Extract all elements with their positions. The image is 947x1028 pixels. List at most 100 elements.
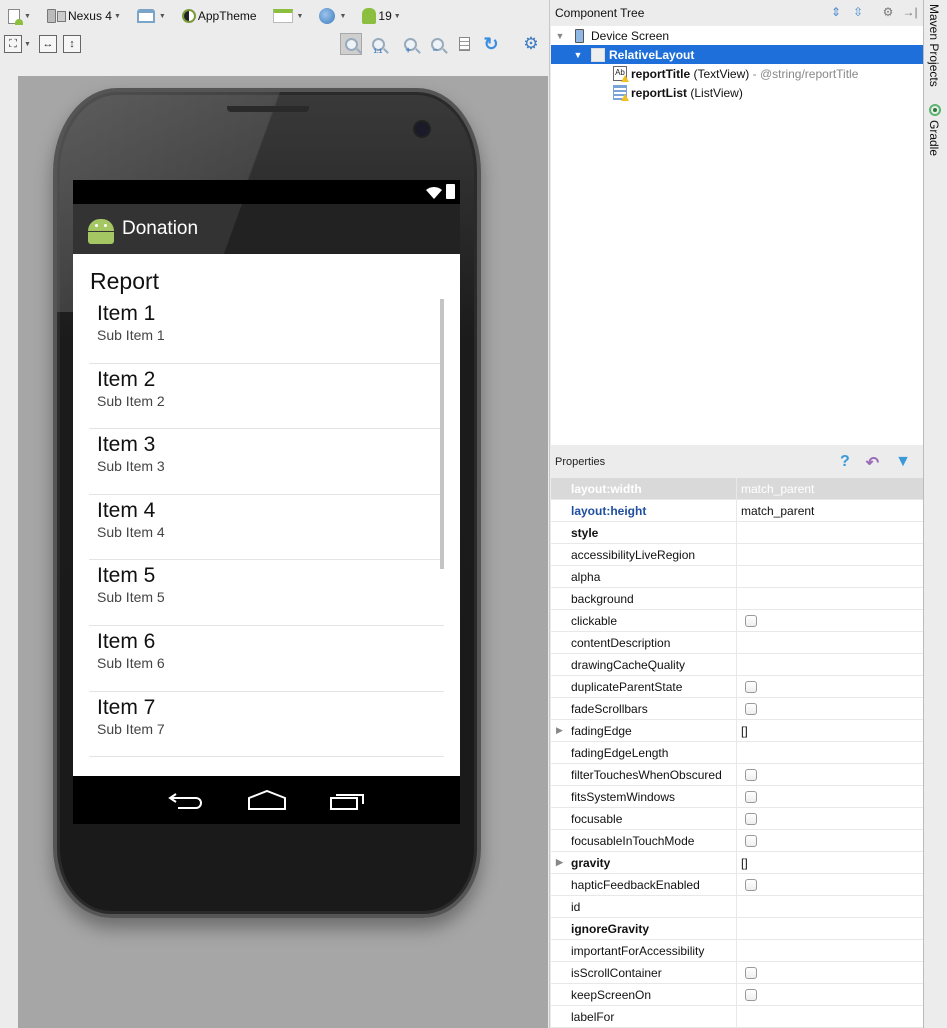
property-row[interactable]: ignoreGravity [551,918,923,940]
property-value[interactable]: [] [737,720,923,741]
list-item[interactable]: Item 2 Sub Item 2 [89,364,444,430]
property-row[interactable]: keepScreenOn [551,984,923,1006]
property-row[interactable]: fadingEdgeLength [551,742,923,764]
fit-width-icon[interactable]: ↔ [38,35,57,53]
zoom-to-fit-button[interactable] [340,33,362,55]
property-row[interactable]: ▶ gravity[] [551,852,923,874]
property-checkbox[interactable] [745,768,757,781]
property-row[interactable]: ▶ fadingEdge[] [551,720,923,742]
property-row[interactable]: duplicateParentState [551,676,923,698]
property-checkbox[interactable] [745,878,757,891]
property-row[interactable]: style [551,522,923,544]
property-value[interactable] [737,654,923,675]
property-value[interactable] [737,764,923,785]
hide-panel-icon[interactable]: →| [902,5,917,19]
property-row[interactable]: importantForAccessibility [551,940,923,962]
property-value[interactable]: match_parent [737,478,923,499]
property-value[interactable] [737,962,923,983]
property-row[interactable]: fadeScrollbars [551,698,923,720]
list-item[interactable]: Item 6 Sub Item 6 [89,626,444,692]
property-value[interactable] [737,1006,923,1027]
property-checkbox[interactable] [745,614,757,627]
locale-dropdown[interactable]: ▼ [315,5,350,27]
property-value[interactable] [737,544,923,565]
property-value[interactable] [737,918,923,939]
restore-default-icon[interactable]: ↶ [866,453,879,473]
new-config-button[interactable]: ▼ [4,5,35,27]
property-checkbox[interactable] [745,834,757,847]
report-list[interactable]: Item 1 Sub Item 1 Item 2 Sub Item 2 Item… [89,298,444,758]
relative-layout[interactable]: Report Item 1 Sub Item 1 Item 2 Sub Item… [73,254,460,776]
design-canvas[interactable]: Donation Report Item 1 Sub Item 1 Item 2… [18,76,548,1028]
property-row[interactable]: layout:height match_parent [551,500,923,522]
expand-triangle-icon[interactable]: ▶ [556,725,563,736]
theme-button[interactable]: AppTheme [178,5,261,27]
property-value[interactable]: match_parent [737,500,923,521]
activity-dropdown[interactable]: ▼ [269,5,308,27]
property-value[interactable] [737,830,923,851]
property-row[interactable]: drawingCacheQuality [551,654,923,676]
property-row[interactable]: background [551,588,923,610]
collapse-triangle-icon[interactable]: ▼ [555,31,565,41]
property-value[interactable] [737,808,923,829]
property-checkbox[interactable] [745,790,757,803]
property-row[interactable]: clickable [551,610,923,632]
gear-icon[interactable]: ⚙ [881,5,895,19]
property-row[interactable]: fitsSystemWindows [551,786,923,808]
property-checkbox[interactable] [745,702,757,715]
tree-node-report-title[interactable]: Ab reportTitle (TextView) - @string/repo… [551,64,923,83]
help-icon[interactable]: ? [840,453,850,473]
property-value[interactable] [737,742,923,763]
list-item[interactable]: Item 3 Sub Item 3 [89,429,444,495]
property-row[interactable]: hapticFeedbackEnabled [551,874,923,896]
tree-node-device-screen[interactable]: ▼ Device Screen [551,26,923,45]
property-row[interactable]: focusableInTouchMode [551,830,923,852]
property-value[interactable] [737,566,923,587]
expand-triangle-icon[interactable]: ▶ [556,857,563,868]
device-dropdown[interactable]: Nexus 4 ▼ [43,5,125,27]
property-value[interactable] [737,940,923,961]
recents-icon[interactable] [329,790,366,810]
property-checkbox[interactable] [745,966,757,979]
fit-height-icon[interactable]: ↕ [62,35,81,53]
refresh-button[interactable]: ↻ [480,33,502,55]
zoom-out-button[interactable]: − [426,33,448,55]
property-row[interactable]: filterTouchesWhenObscured [551,764,923,786]
zoom-actual-button[interactable]: 1:1 [367,33,389,55]
property-row[interactable]: isScrollContainer [551,962,923,984]
zoom-in-button[interactable]: + [399,33,421,55]
tree-node-relative-layout[interactable]: ▼ RelativeLayout [551,45,923,64]
property-value[interactable] [737,874,923,895]
property-value[interactable] [737,676,923,697]
collapse-triangle-icon[interactable]: ▼ [573,50,583,60]
property-row[interactable]: accessibilityLiveRegion [551,544,923,566]
orientation-dropdown[interactable]: ▼ [133,5,170,27]
collapse-all-icon[interactable]: ⇳ [851,5,865,19]
filter-icon[interactable]: ▼ [895,453,911,473]
property-value[interactable]: [] [737,852,923,873]
property-row[interactable]: contentDescription [551,632,923,654]
gradle-tab[interactable]: Gradle [927,120,941,156]
property-checkbox[interactable] [745,812,757,825]
property-row[interactable]: labelFor [551,1006,923,1028]
property-checkbox[interactable] [745,680,757,693]
property-checkbox[interactable] [745,988,757,1001]
property-value[interactable] [737,522,923,543]
property-value[interactable] [737,786,923,807]
property-value[interactable] [737,588,923,609]
property-value[interactable] [737,610,923,631]
list-item[interactable]: Item 7 Sub Item 7 [89,692,444,758]
tree-node-report-list[interactable]: reportList (ListView) [551,83,923,102]
list-item[interactable]: Item 4 Sub Item 4 [89,495,444,561]
device-screen[interactable]: Donation Report Item 1 Sub Item 1 Item 2… [73,180,460,824]
property-value[interactable] [737,632,923,653]
property-row[interactable]: layout:width match_parent [551,478,923,500]
list-item[interactable]: Item 1 Sub Item 1 [89,298,444,364]
zoom-fit-icon[interactable]: ⛶ [4,35,22,53]
back-icon[interactable] [167,790,204,810]
property-row[interactable]: id [551,896,923,918]
api-level-dropdown[interactable]: 19 ▼ [358,5,404,27]
property-value[interactable] [737,984,923,1005]
property-row[interactable]: focusable [551,808,923,830]
list-scrollbar[interactable] [440,299,444,569]
